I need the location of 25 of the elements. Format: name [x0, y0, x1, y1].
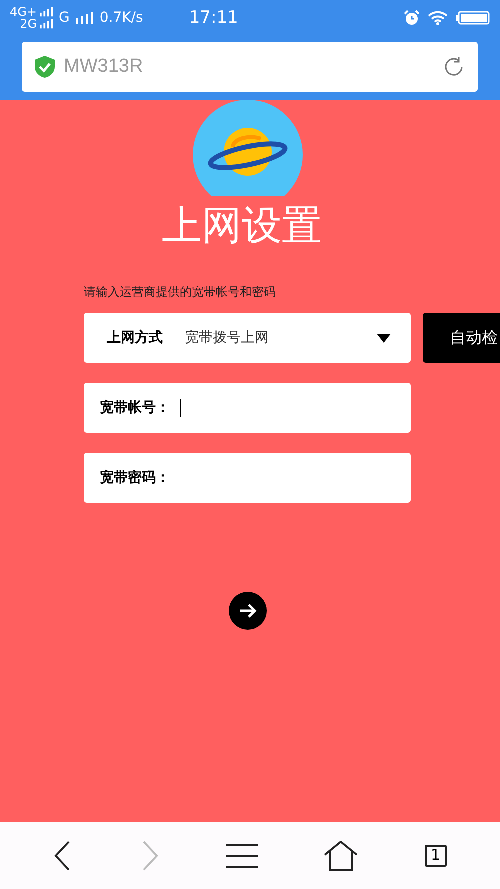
- menu-icon[interactable]: [226, 842, 258, 868]
- signal-icon: [40, 7, 53, 17]
- planet-logo-icon: [193, 100, 303, 196]
- connection-type-dropdown[interactable]: 上网方式 宽带拨号上网: [84, 313, 411, 363]
- next-arrow-button[interactable]: [229, 592, 267, 630]
- alarm-icon: [404, 10, 420, 26]
- home-icon[interactable]: [324, 840, 358, 870]
- input-field[interactable]: 宽带帐号：: [84, 383, 411, 433]
- network-label: 2G: [19, 18, 37, 30]
- signal-icon: [76, 12, 94, 24]
- clock: 17:11: [189, 8, 238, 28]
- page-title: 上网设置: [162, 202, 323, 250]
- wifi-icon: [428, 10, 448, 26]
- input-field[interactable]: 宽带密码：: [84, 453, 411, 503]
- network-label: 4G+: [10, 6, 37, 18]
- network-label: G: [59, 10, 70, 26]
- signal-icon: [40, 19, 53, 29]
- url-text: MW313R: [64, 56, 144, 78]
- caret-icon: [377, 334, 391, 342]
- hint-text: 请输入运营商提供的宽带帐号和密码: [84, 284, 277, 301]
- network-speed: 0.7K/s: [100, 10, 144, 26]
- shield-check-icon: [34, 55, 56, 79]
- auto-detect-button[interactable]: 自动检: [423, 313, 500, 363]
- tab-count-button[interactable]: 1: [424, 844, 447, 866]
- battery-icon: [456, 11, 490, 25]
